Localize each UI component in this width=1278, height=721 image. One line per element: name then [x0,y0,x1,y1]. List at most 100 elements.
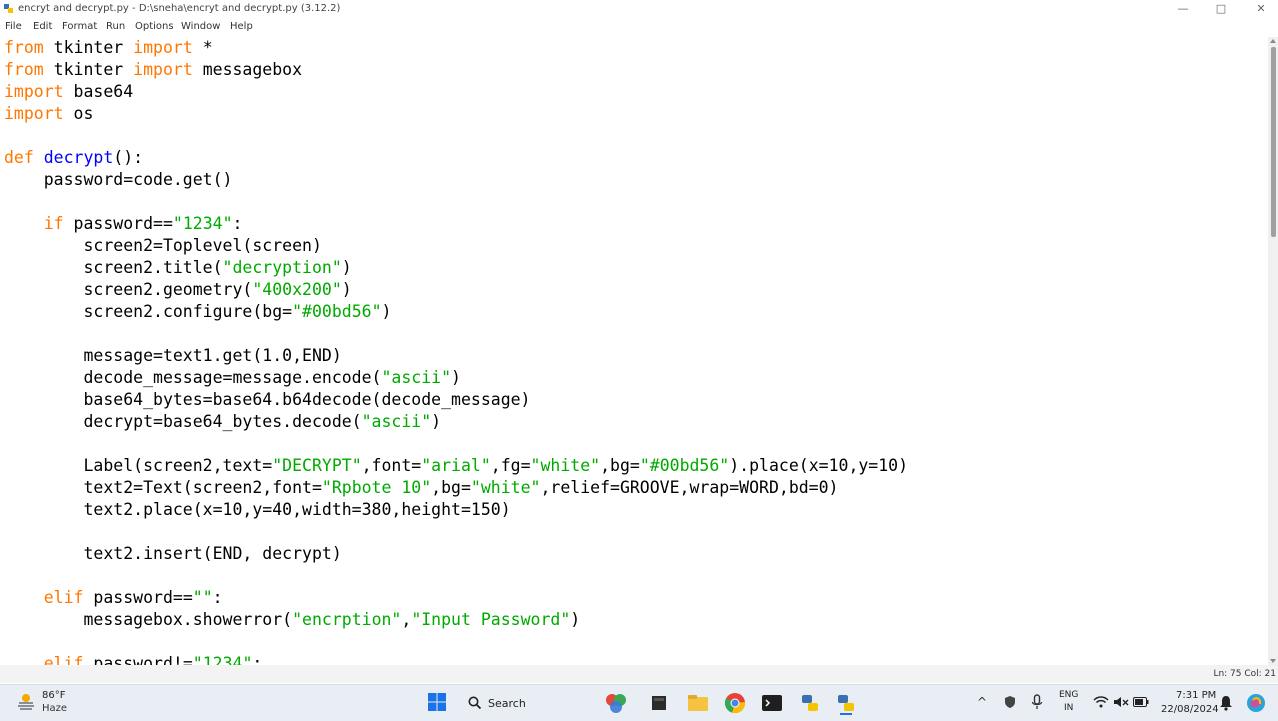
code-token: decrypt [43,148,114,167]
microphone-icon[interactable] [1031,694,1043,710]
menu-run[interactable]: Run [106,21,125,32]
code-line[interactable]: elif password=="": [4,587,223,609]
volume-muted-icon[interactable] [1113,696,1129,708]
code-line[interactable]: screen2.title("decryption") [4,257,352,279]
menu-help[interactable]: Help [230,21,253,32]
code-token: base64 [63,82,134,101]
code-token: "encrption" [292,610,402,629]
code-line[interactable]: from tkinter import messagebox [4,59,302,81]
code-token: tkinter [43,38,134,57]
code-token: Label(screen2,text= [4,456,273,475]
menu-format[interactable]: Format [62,21,97,32]
menu-window[interactable]: Window [181,21,220,32]
taskbar-search[interactable]: Search [460,691,580,715]
python-idle-icon[interactable] [798,691,822,715]
wifi-icon[interactable] [1093,696,1109,708]
task-view-icon[interactable] [647,691,671,715]
code-line[interactable]: Label(screen2,text="DECRYPT",font="arial… [4,455,908,477]
code-token: "#00bd56" [639,456,730,475]
minimize-button[interactable]: — [1168,1,1198,17]
code-line[interactable]: screen2=Toplevel(screen) [4,235,321,257]
code-line[interactable]: def decrypt(): [4,147,143,169]
code-line[interactable]: import base64 [4,81,133,103]
code-token: ,relief=GROOVE,wrap=WORD,bd=0) [540,478,839,497]
menu-file[interactable]: File [5,21,22,32]
code-token: : [232,214,243,233]
code-line[interactable]: text2.insert(END, decrypt) [4,543,341,565]
menu-bar: File Edit Format Run Options Window Help [0,19,1278,36]
clock-time[interactable]: 7:31 PM [1176,690,1216,701]
scroll-up-icon[interactable] [1270,39,1276,43]
code-token: screen2.title( [4,258,223,277]
vertical-scrollbar[interactable] [1268,37,1278,665]
python-editor-icon[interactable] [834,691,858,715]
language-code[interactable]: ENG [1059,690,1078,700]
code-line[interactable]: decode_message=message.encode("ascii") [4,367,461,389]
weather-haze-icon[interactable] [16,691,36,711]
code-line[interactable]: screen2.configure(bg="#00bd56") [4,301,391,323]
close-button[interactable]: ✕ [1246,1,1276,17]
code-token: "white" [470,478,541,497]
battery-icon[interactable] [1133,697,1149,707]
code-editor[interactable]: from tkinter import * from tkinter import… [0,37,1268,665]
menu-edit[interactable]: Edit [33,21,52,32]
code-token: screen2.geometry( [4,280,253,299]
code-token: * [192,38,213,57]
code-token: def [4,148,34,167]
code-line[interactable]: from tkinter import * [4,37,213,59]
code-token: decode_message=message.encode( [4,368,382,387]
code-line[interactable]: import os [4,103,93,125]
chrome-icon[interactable] [723,691,747,715]
taskbar: 86°F Haze Search ^ ENG IN 7:31 PM 22/08/… [0,684,1278,721]
code-token: "#00bd56" [292,302,382,321]
code-token: messagebox [192,60,303,79]
code-token: "Input Password" [411,610,571,629]
code-line[interactable]: if password=="1234": [4,213,243,235]
code-line[interactable]: screen2.geometry("400x200") [4,279,351,301]
code-token: password!= [83,654,193,665]
terminal-icon[interactable] [760,691,784,715]
code-token: ) [341,258,352,277]
code-token: (): [113,148,144,167]
scroll-down-icon[interactable] [1270,659,1276,663]
code-line[interactable]: message=text1.get(1.0,END) [4,345,341,367]
chevron-up-icon[interactable]: ^ [977,695,987,709]
language-region[interactable]: IN [1064,703,1073,713]
widgets-icon[interactable] [604,691,628,715]
code-token: text2.place(x=10,y=40,width=380,height=1… [4,500,511,519]
menu-options[interactable]: Options [135,21,174,32]
copilot-icon[interactable] [1245,692,1267,714]
code-token: ) [451,368,461,387]
code-token: screen2.configure(bg= [4,302,293,321]
code-line[interactable]: password=code.get() [4,169,233,191]
code-line[interactable]: decrypt=base64_bytes.decode("ascii") [4,411,441,433]
code-line[interactable]: text2.place(x=10,y=40,width=380,height=1… [4,499,511,521]
code-line[interactable]: elif password!="1234": [4,653,263,665]
security-icon[interactable] [1003,695,1017,709]
clock-date[interactable]: 22/08/2024 [1161,704,1219,715]
code-line[interactable]: base64_bytes=base64.b64decode(decode_mes… [4,389,530,411]
weather-temperature[interactable]: 86°F [42,690,65,701]
title-bar: encryt and decrypt.py - D:\sneha\encryt … [0,0,1278,18]
code-line[interactable]: messagebox.showerror("encrption","Input … [4,609,580,631]
maximize-button[interactable]: □ [1206,1,1236,17]
code-token: if [43,214,64,233]
code-token: from [4,38,44,57]
code-line[interactable]: text2=Text(screen2,font="Rpbote 10",bg="… [4,477,838,499]
code-token: from [4,60,44,79]
code-token: "ascii" [381,368,452,387]
status-bar: Ln: 75 Col: 21 [0,665,1278,683]
search-label: Search [488,697,526,710]
file-explorer-icon[interactable] [686,691,710,715]
weather-description[interactable]: Haze [42,703,67,714]
code-token: "400x200" [252,280,342,299]
windows-start-icon[interactable] [427,692,447,712]
scroll-thumb[interactable] [1271,47,1276,237]
code-token: import [4,82,64,101]
notification-bell-icon[interactable] [1219,695,1233,711]
code-token: import [4,104,64,123]
code-token: ).place(x=10,y=10) [729,456,909,475]
code-token: os [63,104,94,123]
